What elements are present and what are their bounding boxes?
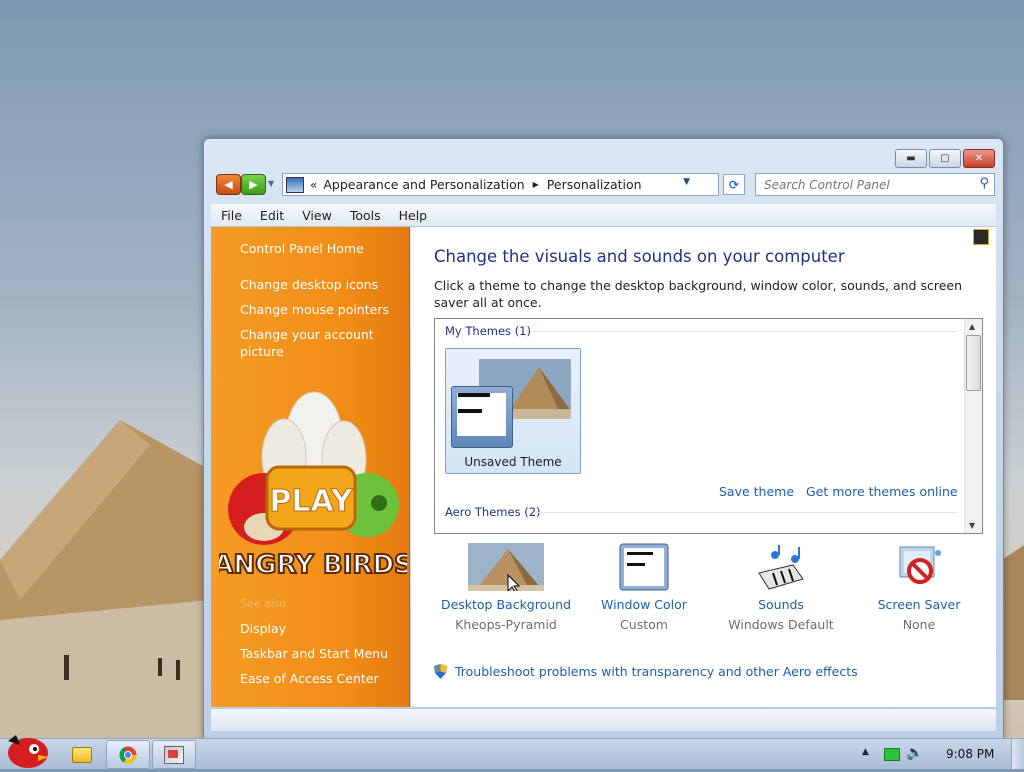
uac-shield-icon (434, 664, 447, 679)
taskbar-explorer-button[interactable] (60, 740, 104, 769)
chrome-icon (119, 746, 137, 763)
show-desktop-button[interactable] (1011, 739, 1024, 769)
change-mouse-pointers-link[interactable]: Change mouse pointers (240, 301, 389, 318)
control-panel-window: ▬ ▢ ✕ ◀ ▶ ▼ « Appearance and Personaliza… (203, 138, 1004, 740)
angry-birds-artwork: PLAY ANGRY BIRDS (219, 391, 407, 581)
screen-saver-icon (894, 543, 944, 593)
ease-of-access-link[interactable]: Ease of Access Center (240, 670, 379, 687)
recent-pages-dropdown[interactable]: ▼ (268, 179, 274, 188)
breadcrumb-appearance[interactable]: Appearance and Personalization (323, 177, 524, 192)
scroll-up-icon[interactable]: ▲ (969, 322, 975, 331)
taskbar-chrome-button[interactable] (106, 740, 150, 769)
close-button[interactable]: ✕ (963, 149, 995, 168)
desktop-background-setting[interactable]: Desktop Background Kheops-Pyramid (436, 543, 576, 632)
breadcrumb-personalization[interactable]: Personalization (547, 177, 642, 192)
setting-title[interactable]: Screen Saver (849, 597, 989, 612)
display-link[interactable]: Display (240, 620, 286, 637)
arrow-left-icon: ◀ (224, 178, 233, 191)
taskbar-control-panel-button[interactable] (152, 740, 196, 769)
setting-value: Windows Default (728, 617, 834, 632)
show-hidden-icons-button[interactable]: ▲ (862, 747, 869, 757)
maximize-button[interactable]: ▢ (929, 149, 961, 168)
refresh-icon: ⟳ (728, 177, 740, 192)
task-pane: Control Panel Home Change desktop icons … (211, 227, 410, 707)
troubleshoot-row[interactable]: Troubleshoot problems with transparency … (434, 664, 858, 679)
folder-icon (72, 746, 92, 763)
theme-name: Unsaved Theme (464, 455, 562, 469)
search-input[interactable] (762, 176, 971, 193)
sounds-icon (755, 543, 807, 593)
play-text: PLAY (269, 484, 353, 519)
aero-themes-header[interactable]: Aero Themes (2) (445, 505, 541, 519)
themes-list[interactable]: My Themes (1) Unsaved Theme Save theme G… (434, 318, 983, 534)
menu-file[interactable]: File (211, 208, 251, 223)
change-account-picture-link[interactable]: Change your account picture (240, 326, 390, 360)
group-divider (535, 512, 957, 513)
refresh-button[interactable]: ⟳ (723, 174, 745, 195)
control-panel-home-link[interactable]: Control Panel Home (240, 240, 364, 257)
setting-title[interactable]: Desktop Background (436, 597, 576, 612)
setting-value: Kheops-Pyramid (455, 617, 557, 632)
themes-scrollbar[interactable]: ▲ ▼ (964, 319, 982, 533)
menu-tools[interactable]: Tools (341, 208, 390, 223)
status-bar (211, 708, 996, 731)
forward-button[interactable]: ▶ (241, 174, 266, 195)
window-color-preview (451, 386, 513, 448)
search-icon[interactable]: ⚲ (979, 176, 989, 191)
menu-bar: File Edit View Tools Help (211, 204, 996, 227)
overflow-chevron-icon[interactable]: « (310, 178, 317, 192)
start-button[interactable] (2, 731, 52, 769)
content-area: Change the visuals and sounds on your co… (411, 227, 996, 707)
network-icon[interactable] (884, 748, 900, 761)
save-theme-link[interactable]: Save theme (719, 484, 794, 499)
angry-birds-logo-text: ANGRY BIRDS (219, 550, 407, 580)
setting-title[interactable]: Sounds (711, 597, 851, 612)
address-bar[interactable]: « Appearance and Personalization ▶ Perso… (282, 173, 719, 196)
page-description: Click a theme to change the desktop back… (434, 278, 963, 310)
taskbar: ▲ 🔈 9:08 PM (0, 735, 1024, 769)
breadcrumb-separator-icon[interactable]: ▶ (533, 180, 539, 189)
setting-title[interactable]: Window Color (574, 597, 714, 612)
scroll-down-icon[interactable]: ▼ (969, 521, 975, 530)
group-divider (531, 331, 957, 332)
unsaved-theme-tile[interactable]: Unsaved Theme (445, 348, 581, 474)
change-desktop-icons-link[interactable]: Change desktop icons (240, 276, 378, 293)
window-color-icon (619, 543, 669, 593)
personalization-icon (164, 745, 184, 764)
troubleshoot-transparency-link[interactable]: Troubleshoot problems with transparency … (455, 664, 858, 679)
control-panel-icon (286, 176, 304, 193)
setting-value: None (902, 617, 936, 632)
back-button[interactable]: ◀ (216, 174, 241, 195)
window-color-setting[interactable]: Window Color Custom (574, 543, 714, 632)
taskbar-clock[interactable]: 9:08 PM (946, 747, 994, 761)
search-box[interactable]: ⚲ (755, 173, 995, 196)
angry-bird-start-icon (8, 735, 48, 768)
my-themes-header[interactable]: My Themes (1) (445, 324, 531, 338)
desktop-background-icon (468, 543, 544, 594)
menu-edit[interactable]: Edit (251, 208, 293, 223)
screen-saver-setting[interactable]: Screen Saver None (849, 543, 989, 632)
menu-help[interactable]: Help (390, 208, 437, 223)
arrow-right-icon: ▶ (249, 178, 258, 191)
caption-buttons: ▬ ▢ ✕ (895, 149, 995, 168)
page-title: Change the visuals and sounds on your co… (434, 247, 845, 266)
sounds-setting[interactable]: Sounds Windows Default (711, 543, 851, 632)
volume-icon[interactable]: 🔈 (906, 745, 923, 761)
help-icon[interactable] (973, 229, 989, 245)
setting-value: Custom (620, 617, 668, 632)
minimize-button[interactable]: ▬ (895, 149, 927, 168)
get-more-themes-link[interactable]: Get more themes online (806, 484, 958, 499)
menu-view[interactable]: View (293, 208, 341, 223)
scroll-thumb[interactable] (966, 335, 981, 391)
taskbar-start-menu-link[interactable]: Taskbar and Start Menu (240, 645, 388, 662)
address-dropdown-icon[interactable]: ▼ (683, 177, 690, 187)
see-also-heading: See also (240, 597, 287, 610)
